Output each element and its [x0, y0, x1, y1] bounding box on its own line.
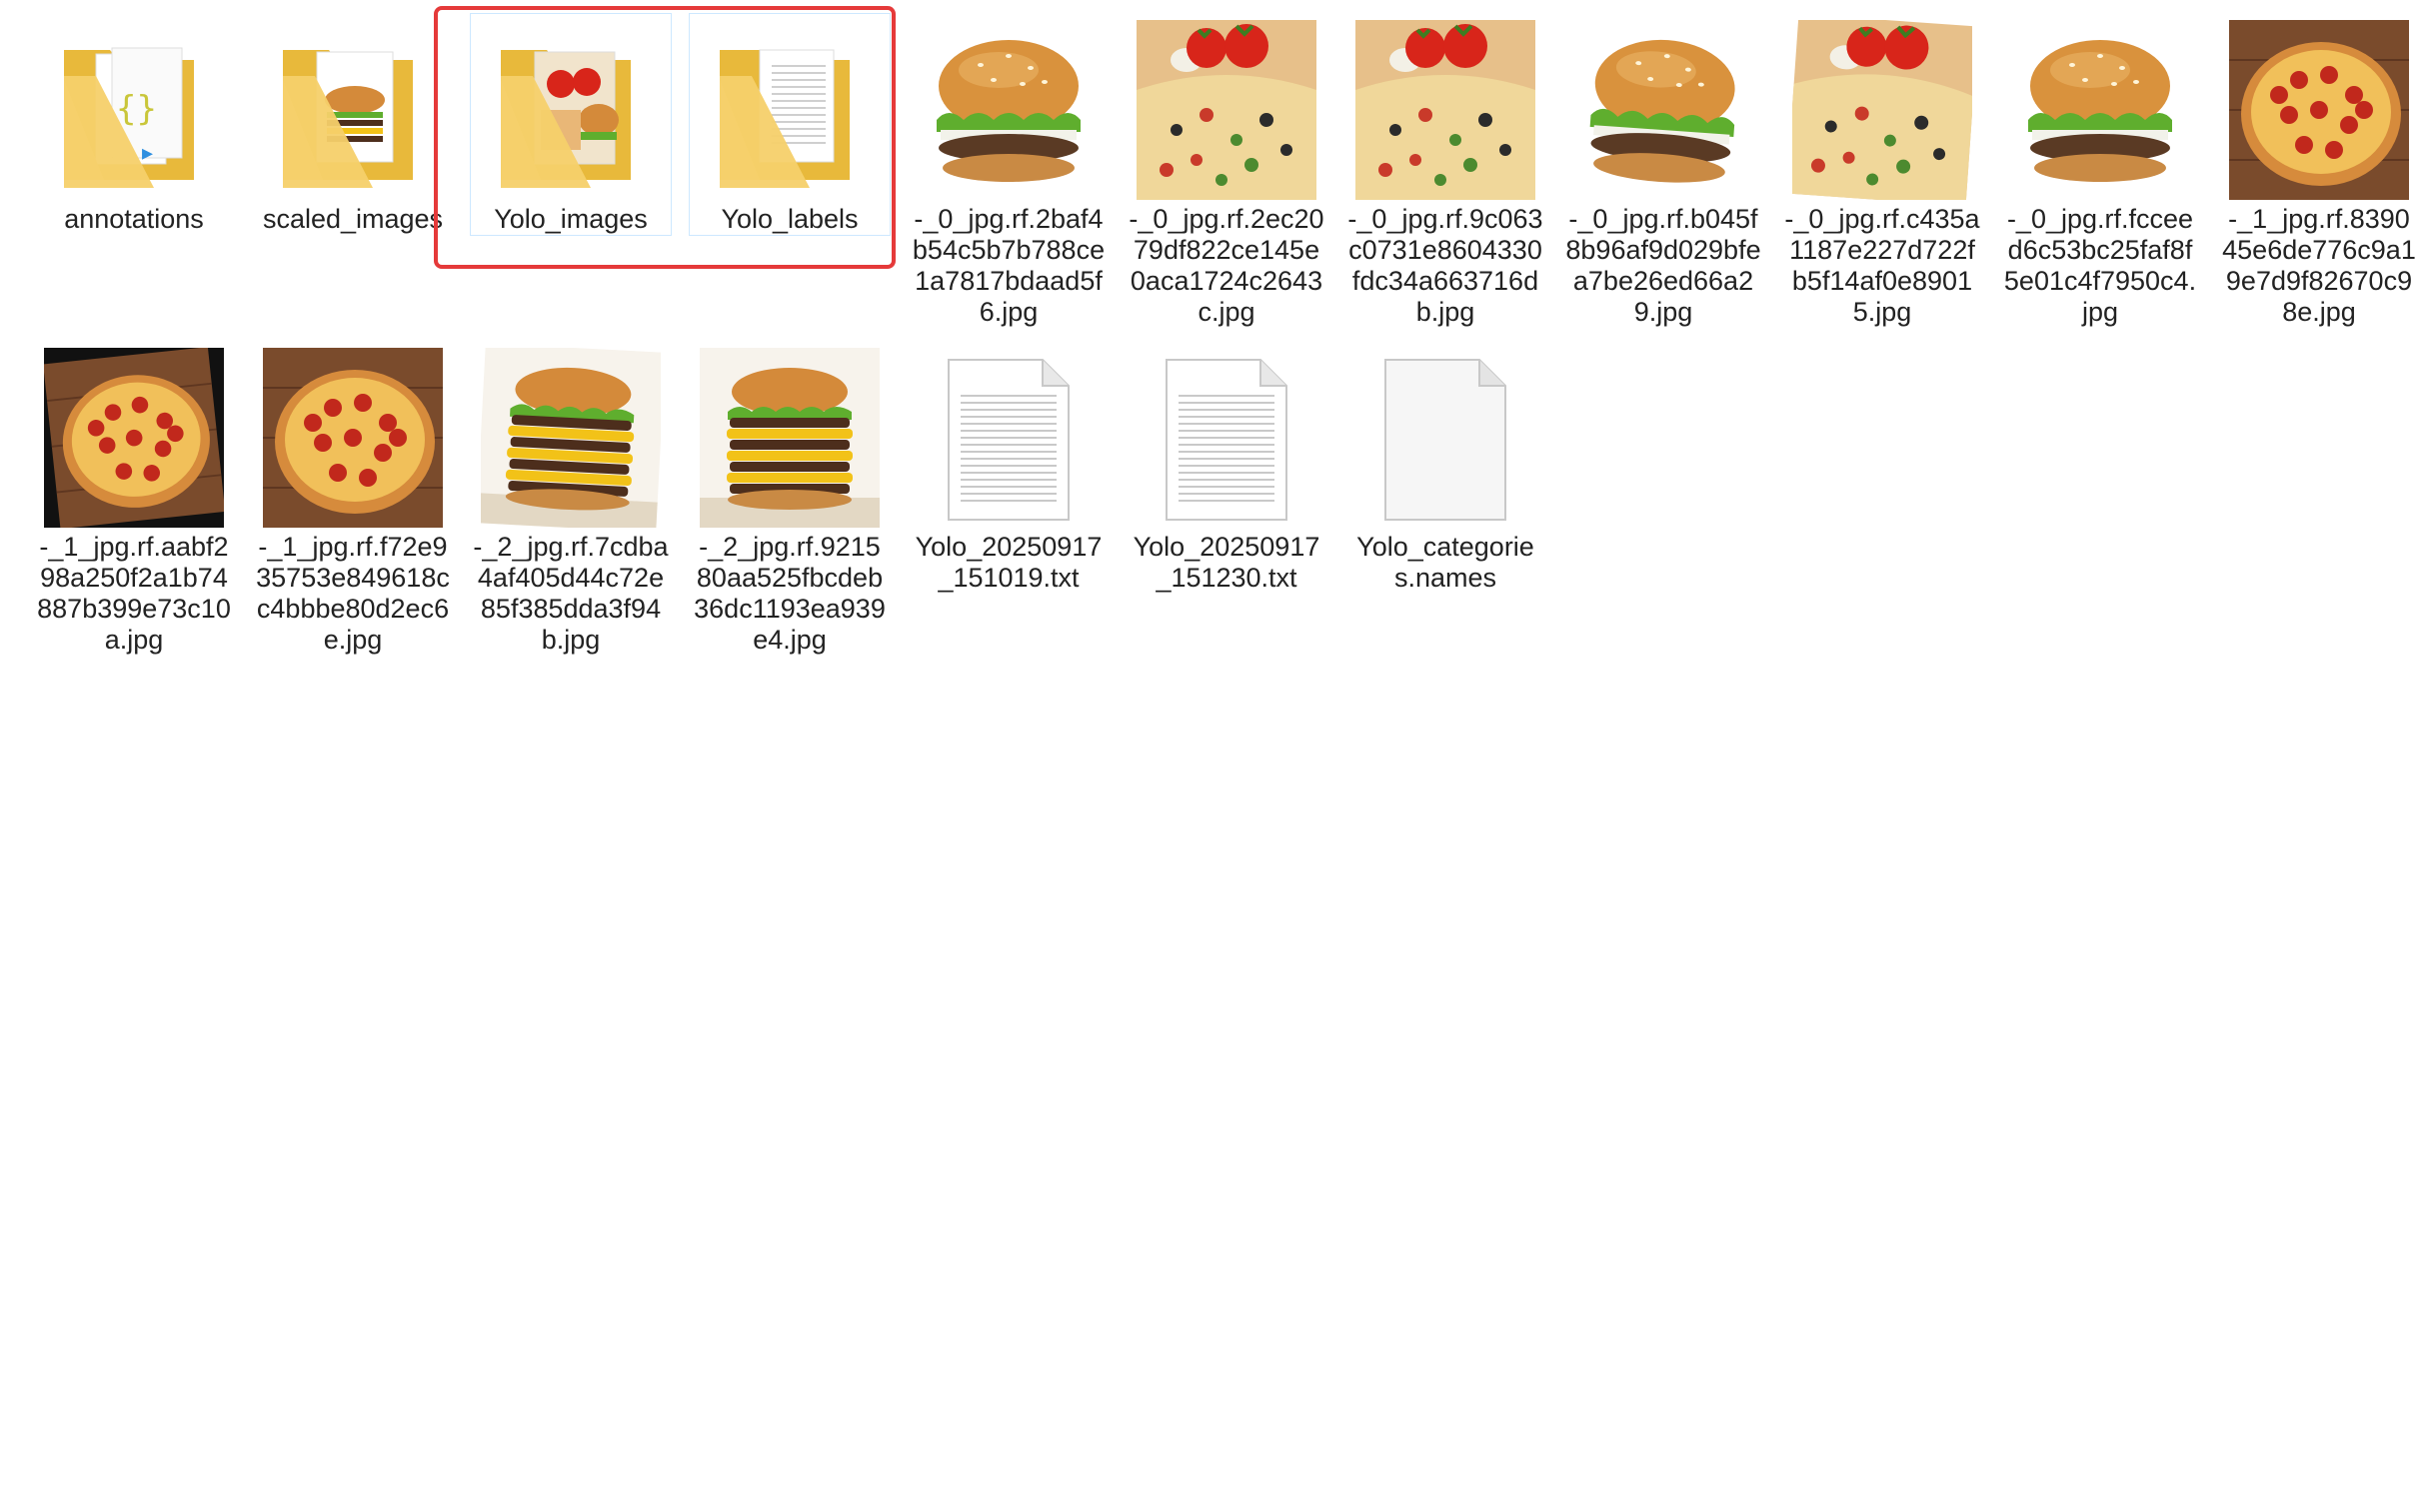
item-label: -_0_jpg.rf.fccee d6c53bc25faf8f5e01c4f79… [2003, 204, 2197, 327]
image-thumbnail-icon [479, 346, 663, 530]
item-label: -_0_jpg.rf.b045f8b96af9d029bfea7be26ed66… [1565, 204, 1761, 327]
item-label: Yolo_20250917_151019.txt [915, 532, 1103, 593]
image-thumbnail-icon [1135, 18, 1318, 202]
file-item[interactable]: -_2_jpg.rf.921580aa525fbcdeb36dc1193ea93… [690, 342, 890, 656]
image-thumbnail-icon [2008, 18, 2192, 202]
file-item[interactable]: Yolo_20250917_151019.txt [909, 342, 1109, 594]
image-thumbnail-icon [1790, 18, 1974, 202]
file-item[interactable]: Yolo_20250917_151230.txt [1127, 342, 1326, 594]
file-item[interactable]: -_0_jpg.rf.b045f8b96af9d029bfea7be26ed66… [1563, 14, 1763, 328]
item-label: scaled_images [262, 204, 444, 234]
image-thumbnail-icon [2227, 18, 2411, 202]
image-thumbnail-icon [261, 346, 445, 530]
file-item[interactable]: -_2_jpg.rf.7cdba4af405d44c72e85f385dda3f… [471, 342, 671, 656]
file-item[interactable]: -_0_jpg.rf.9c063c0731e8604330fdc34a66371… [1345, 14, 1545, 328]
file-explorer-view: {} ▸ annotations scaled_images Yolo_imag… [0, 0, 2425, 1512]
folder-icon [261, 18, 445, 202]
file-item[interactable]: -_0_jpg.rf.fccee d6c53bc25faf8f5e01c4f79… [2000, 14, 2200, 328]
item-label: -_0_jpg.rf.2baf4b54c5b7b788ce1a7817bdaad… [912, 204, 1106, 327]
file-item[interactable]: -_0_jpg.rf.2baf4b54c5b7b788ce1a7817bdaad… [909, 14, 1109, 328]
item-label: -_0_jpg.rf.9c063c0731e8604330fdc34a66371… [1347, 204, 1543, 327]
folder-item[interactable]: scaled_images [253, 14, 453, 235]
item-label: -_1_jpg.rf.839045e6de776c9a19e7d9f82670c… [2222, 204, 2416, 327]
item-label: -_1_jpg.rf.f72e935753e849618cc4bbbe80d2e… [256, 532, 450, 655]
image-thumbnail-icon [1353, 18, 1537, 202]
highlight-annotation-box [434, 6, 896, 269]
image-thumbnail-icon [42, 346, 226, 530]
text-file-icon [1135, 346, 1318, 530]
generic-file-icon [1353, 346, 1537, 530]
file-item[interactable]: Yolo_categories.names [1345, 342, 1545, 594]
file-item[interactable]: -_1_jpg.rf.f72e935753e849618cc4bbbe80d2e… [253, 342, 453, 656]
image-thumbnail-icon [1571, 18, 1755, 202]
svg-text:▸: ▸ [142, 141, 153, 166]
svg-text:{}: {} [116, 89, 157, 129]
item-label: -_0_jpg.rf.2ec2079df822ce145e0aca1724c26… [1129, 204, 1324, 327]
item-label: -_2_jpg.rf.7cdba4af405d44c72e85f385dda3f… [473, 532, 669, 655]
file-item[interactable]: -_0_jpg.rf.2ec2079df822ce145e0aca1724c26… [1127, 14, 1326, 328]
item-label: -_2_jpg.rf.921580aa525fbcdeb36dc1193ea93… [694, 532, 886, 655]
item-label: Yolo_20250917_151230.txt [1133, 532, 1320, 593]
folder-item[interactable]: {} ▸ annotations [34, 14, 234, 235]
image-thumbnail-icon [698, 346, 882, 530]
item-label: -_0_jpg.rf.c435a1187e227d722fb5f14af0e89… [1784, 204, 1980, 327]
item-label: -_1_jpg.rf.aabf298a250f2a1b74887b399e73c… [37, 532, 231, 655]
file-item[interactable]: -_0_jpg.rf.c435a1187e227d722fb5f14af0e89… [1782, 14, 1982, 328]
item-label: annotations [64, 204, 204, 234]
image-thumbnail-icon [917, 18, 1101, 202]
file-item[interactable]: -_1_jpg.rf.aabf298a250f2a1b74887b399e73c… [34, 342, 234, 656]
item-label: Yolo_categories.names [1356, 532, 1534, 593]
text-file-icon [917, 346, 1101, 530]
folder-icon: {} ▸ [42, 18, 226, 202]
file-item[interactable]: -_1_jpg.rf.839045e6de776c9a19e7d9f82670c… [2219, 14, 2419, 328]
